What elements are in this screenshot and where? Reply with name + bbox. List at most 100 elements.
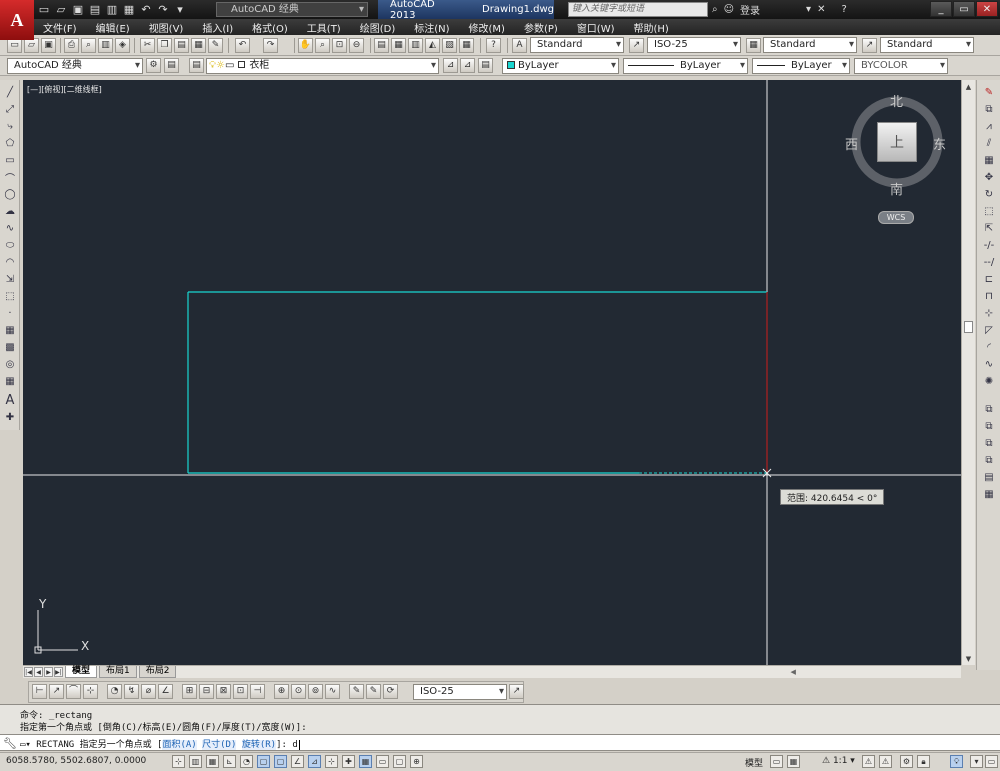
design-center-icon[interactable]: ▦	[391, 38, 406, 53]
sheet-set-icon[interactable]: ◭	[425, 38, 440, 53]
draworder-back-icon[interactable]: ⧉	[981, 419, 997, 434]
make-block-icon[interactable]: ⬚	[2, 289, 18, 304]
compass-south[interactable]: 南	[890, 179, 903, 198]
dim-style-manager-icon[interactable]: ↗	[509, 684, 524, 699]
polar-tracking-icon[interactable]: ◔	[240, 755, 253, 768]
undo-icon[interactable]: ↶	[235, 38, 250, 53]
wrench-icon[interactable]: 🔧︎	[3, 737, 17, 750]
menu-item-3[interactable]: 插入(I)	[193, 20, 243, 35]
menu-item-0[interactable]: 文件(F)	[34, 20, 87, 35]
draworder-under-icon[interactable]: ⧉	[981, 453, 997, 468]
qa-more-icon[interactable]: ▾	[172, 2, 188, 16]
command-line[interactable]: 🔧︎ ▭▾ RECTANG 指定另一个角点或 [面积(A) 尺寸(D) 旋转(R…	[0, 734, 1000, 751]
lineweight-icon[interactable]: ✚	[342, 755, 355, 768]
table-icon[interactable]: ▦	[2, 374, 18, 389]
wcs-menu[interactable]: WCS	[878, 211, 914, 224]
stretch-icon[interactable]: ⇱	[981, 221, 997, 236]
quickcalc-icon[interactable]: ▦	[459, 38, 474, 53]
color-select[interactable]: ByLayer	[502, 58, 619, 74]
isolate-objects-icon[interactable]: 💡︎	[950, 755, 963, 768]
compass-east[interactable]: 东	[933, 134, 946, 153]
grid-display-icon[interactable]: ▦	[206, 755, 219, 768]
mleader-style-icon[interactable]: ↗	[862, 38, 877, 53]
workspace-switch-icon[interactable]: ▤	[164, 58, 179, 73]
paste-icon[interactable]: ▤	[174, 38, 189, 53]
help-icon[interactable]: ?	[841, 4, 846, 15]
horizontal-scrollbar[interactable]: ◀	[206, 667, 961, 678]
draworder-above-icon[interactable]: ⧉	[981, 436, 997, 451]
text-style-icon[interactable]: A	[512, 38, 527, 53]
dim-break-icon[interactable]: ⊣	[250, 684, 265, 699]
dim-update-icon[interactable]: ⟳	[383, 684, 398, 699]
open-icon[interactable]: ▱	[24, 38, 39, 53]
zoom-window-icon[interactable]: ⊡	[332, 38, 347, 53]
copy-object-icon[interactable]: ⧉	[981, 102, 997, 117]
quick-properties-icon[interactable]: ▭	[376, 755, 389, 768]
rectangle-icon[interactable]: ▭	[2, 153, 18, 168]
tab-layout2[interactable]: 布局2	[138, 666, 177, 678]
layer-previous-icon[interactable]: ⊿	[460, 58, 475, 73]
move-icon[interactable]: ✥	[981, 170, 997, 185]
menu-item-7[interactable]: 标注(N)	[405, 20, 459, 35]
dim-style-icon[interactable]: ↗	[629, 38, 644, 53]
revcloud-icon[interactable]: ☁	[2, 204, 18, 219]
plotstyle-select[interactable]: BYCOLOR	[854, 58, 948, 74]
dim-toolbar-style-select[interactable]: ISO-25	[413, 684, 507, 700]
draworder-front-icon[interactable]: ⧉	[981, 402, 997, 417]
transparency-icon[interactable]: ▦	[359, 755, 372, 768]
trim-icon[interactable]: -/-	[981, 238, 997, 253]
compass-north[interactable]: 北	[890, 91, 903, 110]
quick-view-layouts-icon[interactable]: ▭	[770, 755, 783, 768]
maximize-button[interactable]: ▭	[953, 1, 975, 17]
save-icon[interactable]: ▣	[70, 2, 86, 16]
zoom-realtime-icon[interactable]: ⌕	[315, 38, 330, 53]
mtext-icon[interactable]: A	[2, 393, 18, 408]
linetype-select[interactable]: ByLayer	[623, 58, 748, 74]
insert-block-icon[interactable]: ⇲	[2, 272, 18, 287]
tab-model[interactable]: 模型	[65, 666, 98, 678]
join-icon[interactable]: ⊹	[981, 306, 997, 321]
break-at-point-icon[interactable]: ⊏	[981, 272, 997, 287]
prev-tab-icon[interactable]: ◀	[34, 667, 43, 677]
auto-scale-icon[interactable]: ⚠︎	[879, 755, 892, 768]
redo-icon[interactable]: ↷	[263, 38, 278, 53]
table-style-select[interactable]: Standard	[763, 37, 857, 53]
line-icon[interactable]: ╱	[2, 85, 18, 100]
save-as-icon[interactable]: ▤	[87, 2, 103, 16]
coordinate-display[interactable]: 6058.5780, 5502.6807, 0.0000	[6, 756, 146, 766]
region-icon[interactable]: ◎	[2, 357, 18, 372]
offset-icon[interactable]: ⫽	[981, 136, 997, 151]
match-properties-icon[interactable]: ▦	[191, 38, 206, 53]
exchange-icon[interactable]: ✕	[817, 4, 825, 15]
menu-item-10[interactable]: 窗口(W)	[568, 20, 625, 35]
help-icon[interactable]: ?	[486, 38, 501, 53]
lock-ui-icon[interactable]: 🔒︎	[917, 755, 930, 768]
model-space-label[interactable]: 模型	[745, 756, 763, 769]
vertical-scroll-thumb[interactable]	[964, 321, 973, 333]
layer-state-icon[interactable]: ▤	[478, 58, 493, 73]
search-icon[interactable]: ⌕	[712, 4, 718, 15]
first-tab-icon[interactable]: |◀	[24, 667, 33, 677]
user-icon[interactable]: ☺	[724, 4, 734, 15]
application-menu-button[interactable]: A	[0, 0, 34, 40]
dynamic-input-icon[interactable]: ⊹	[325, 755, 338, 768]
drawing-canvas[interactable]: [—][俯视][二维线框] Y X 北 西 东 南 上 WCS 范围: 420.…	[23, 80, 961, 665]
construction-line-icon[interactable]: ⤢	[2, 102, 18, 117]
workspace-settings-icon[interactable]: ⚙	[146, 58, 161, 73]
dim-space-icon[interactable]: ⊡	[233, 684, 248, 699]
object-snap-icon[interactable]: ▢	[257, 755, 270, 768]
option-dimensions[interactable]: 尺寸(D)	[202, 740, 237, 750]
mirror-icon[interactable]: ⩘	[981, 119, 997, 134]
osnap-tracking-icon[interactable]: ∠	[291, 755, 304, 768]
extend-icon[interactable]: --/	[981, 255, 997, 270]
3d-print-icon[interactable]: ◈	[115, 38, 130, 53]
text-front-icon[interactable]: ▤	[981, 470, 997, 485]
chamfer-icon[interactable]: ◸	[981, 323, 997, 338]
command-typed-text[interactable]: d	[292, 740, 297, 750]
linear-dim-icon[interactable]: ⊢	[32, 684, 47, 699]
arc-length-icon[interactable]: ⌒	[66, 684, 81, 699]
annotation-scale[interactable]: ⚠︎ 1:1 ▾	[822, 756, 855, 766]
center-mark-icon[interactable]: ⊙	[291, 684, 306, 699]
menu-item-1[interactable]: 编辑(E)	[87, 20, 140, 35]
search-input[interactable]: 键入关键字或短语	[568, 2, 708, 17]
